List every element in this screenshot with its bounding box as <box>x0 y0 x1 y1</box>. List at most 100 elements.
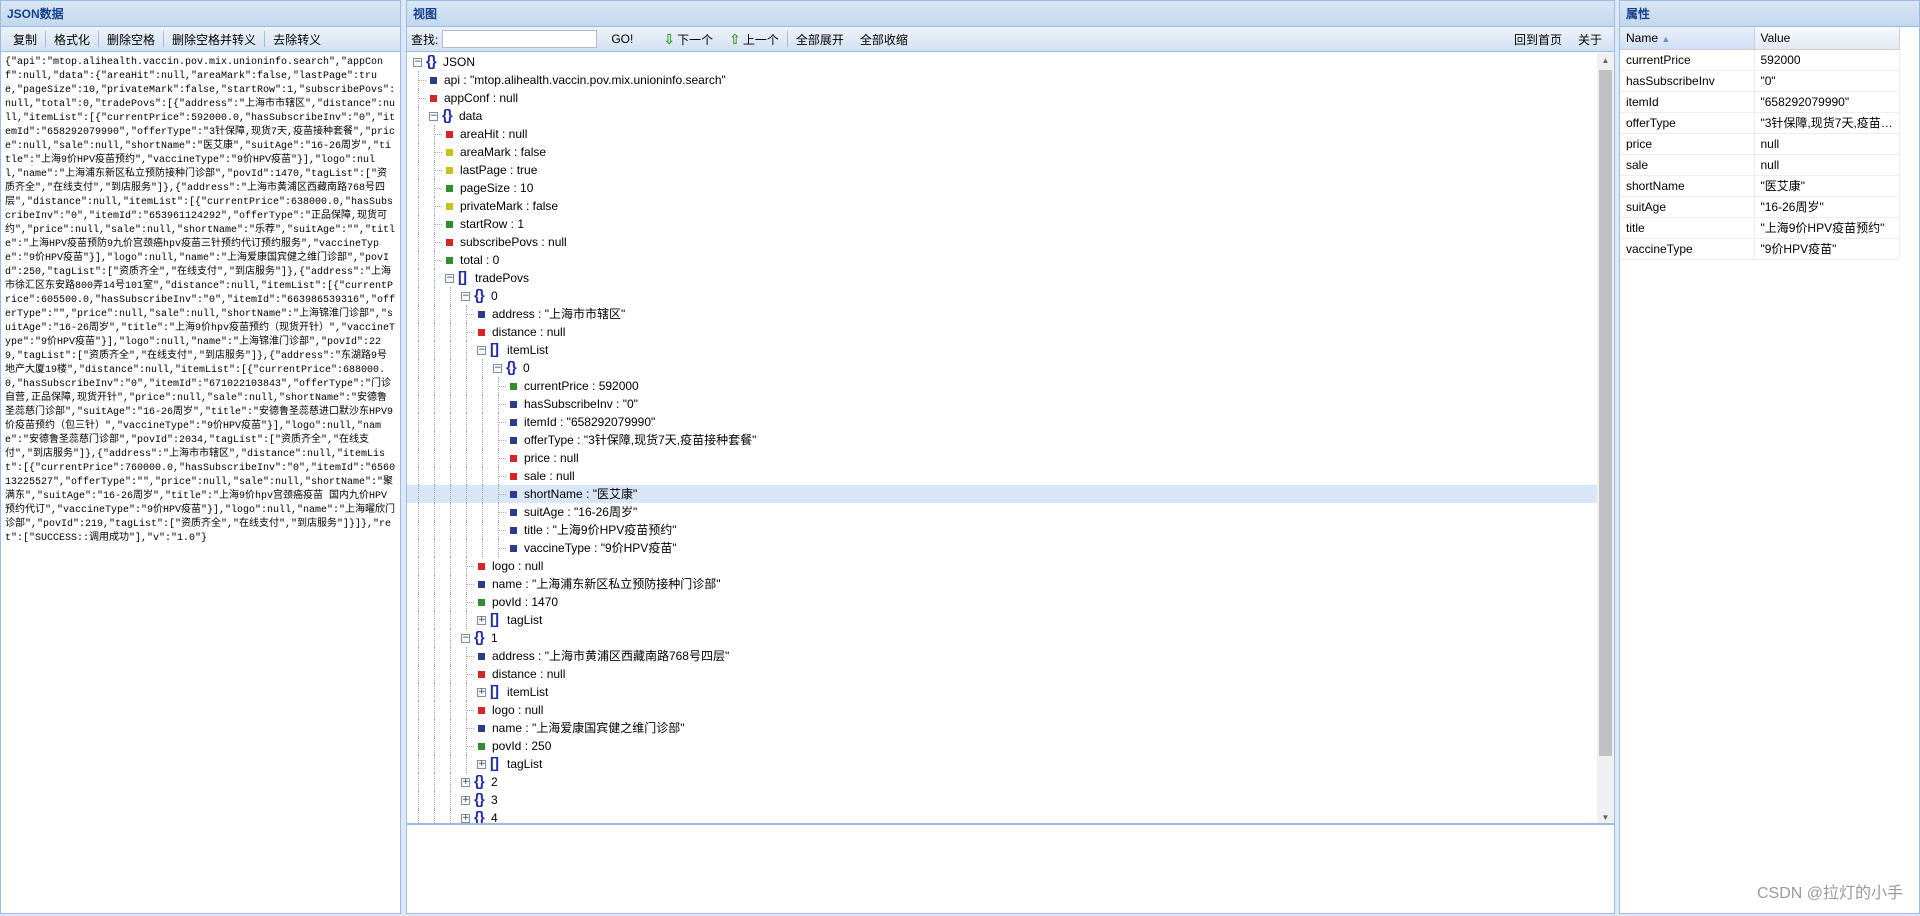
tree-node[interactable]: vaccineType : "9价HPV疫苗" <box>407 539 1614 557</box>
tree-guide-line <box>482 521 483 539</box>
collapse-toggle-icon[interactable]: − <box>413 58 422 67</box>
tree-guide-line <box>434 359 435 377</box>
tree-node[interactable]: −{} 1 <box>407 629 1614 647</box>
tree-node[interactable]: api : "mtop.alihealth.vaccin.pov.mix.uni… <box>407 71 1614 89</box>
tree-node[interactable]: hasSubscribeInv : "0" <box>407 395 1614 413</box>
collapse-toggle-icon[interactable]: − <box>445 274 454 283</box>
format-button[interactable]: 格式化 <box>46 31 98 48</box>
remove-spaces-escape-button[interactable]: 删除空格并转义 <box>164 31 264 48</box>
property-row[interactable]: sale null <box>1620 154 1900 176</box>
property-row[interactable]: title "上海9价HPV疫苗预约" <box>1620 217 1900 239</box>
tree-guide-line <box>450 557 451 575</box>
tree-node[interactable]: + {} 2 <box>407 773 1614 791</box>
expand-toggle-icon[interactable]: + <box>477 688 486 697</box>
prev-button[interactable]: ⇧ 上一个 <box>721 31 787 48</box>
expand-toggle-icon[interactable]: + <box>477 760 486 769</box>
object-icon: {} <box>442 107 453 124</box>
property-row[interactable]: suitAge "16-26周岁" <box>1620 196 1900 218</box>
tree-node[interactable]: + [] tagList <box>407 755 1614 773</box>
tree-guide-line <box>466 395 467 413</box>
scrollbar-thumb[interactable] <box>1599 70 1612 756</box>
collapse-toggle-icon[interactable]: − <box>461 292 470 301</box>
tree-node[interactable]: subscribePovs : null <box>407 233 1614 251</box>
value-column-header[interactable]: Value <box>1754 27 1900 50</box>
property-row[interactable]: itemId "658292079990" <box>1620 91 1900 113</box>
expand-toggle-icon[interactable]: + <box>461 796 470 805</box>
expand-toggle-icon[interactable]: + <box>461 778 470 787</box>
tree-node[interactable]: startRow : 1 <box>407 215 1614 233</box>
tree-node[interactable]: address : "上海市市辖区" <box>407 305 1614 323</box>
expand-toggle-icon[interactable]: + <box>461 814 470 823</box>
property-row[interactable]: offerType"3针保障,现货7天,疫苗接种套餐" <box>1620 112 1900 134</box>
tree-node[interactable]: name : "上海爱康国宾健之维门诊部" <box>407 719 1614 737</box>
expand-toggle-icon[interactable]: + <box>477 616 486 625</box>
tree-node[interactable]: distance : null <box>407 665 1614 683</box>
tree-node[interactable]: lastPage : true <box>407 161 1614 179</box>
property-row[interactable]: vaccineType "9价HPV疫苗" <box>1620 238 1900 260</box>
tree-node[interactable]: distance : null <box>407 323 1614 341</box>
tree-node[interactable]: title : "上海9价HPV疫苗预约" <box>407 521 1614 539</box>
tree-node[interactable]: areaMark : false <box>407 143 1614 161</box>
tree-node[interactable]: appConf : null <box>407 89 1614 107</box>
tree-node[interactable]: + [] itemList <box>407 683 1614 701</box>
tree-guide-line <box>434 539 435 557</box>
about-button[interactable]: 关于 <box>1570 31 1610 48</box>
scroll-down-icon[interactable]: ▼ <box>1597 813 1614 822</box>
tree-node[interactable]: −[] itemList <box>407 341 1614 359</box>
tree-node[interactable]: currentPrice : 592000 <box>407 377 1614 395</box>
tree-guide-line <box>418 179 419 197</box>
property-value: "16-26周岁" <box>1754 196 1900 218</box>
tree-node[interactable]: −{} data <box>407 107 1614 125</box>
home-button[interactable]: 回到首页 <box>1506 31 1570 48</box>
tree-node[interactable]: areaHit : null <box>407 125 1614 143</box>
tree-guide-line <box>450 341 451 359</box>
copy-button[interactable]: 复制 <box>5 31 45 48</box>
tree-node[interactable]: name : "上海浦东新区私立预防接种门诊部" <box>407 575 1614 593</box>
property-row[interactable]: hasSubscribeInv "0" <box>1620 70 1900 92</box>
scroll-up-icon[interactable]: ▲ <box>1597 56 1614 65</box>
tree-node[interactable]: logo : null <box>407 701 1614 719</box>
tree-node[interactable]: logo : null <box>407 557 1614 575</box>
unescape-button[interactable]: 去除转义 <box>265 31 329 48</box>
tree-node[interactable]: + {} 4 <box>407 809 1614 823</box>
property-row[interactable]: shortName "医艾康" <box>1620 175 1900 197</box>
next-button[interactable]: ⇩ 下一个 <box>655 31 721 48</box>
remove-spaces-button[interactable]: 删除空格 <box>99 31 163 48</box>
tree-node[interactable]: povId : 1470 <box>407 593 1614 611</box>
expand-all-button[interactable]: 全部展开 <box>788 31 852 48</box>
name-column-header[interactable]: Name ▲ <box>1620 27 1755 50</box>
tree-node[interactable]: offerType : "3针保障,现货7天,疫苗接种套餐" <box>407 431 1614 449</box>
panel-title: 属性 <box>1620 1 1919 27</box>
collapse-toggle-icon[interactable]: − <box>493 364 502 373</box>
tree-node[interactable]: itemId : "658292079990" <box>407 413 1614 431</box>
collapse-toggle-icon[interactable]: − <box>477 346 486 355</box>
collapse-all-button[interactable]: 全部收缩 <box>852 31 916 48</box>
tree-node[interactable]: povId : 250 <box>407 737 1614 755</box>
tree-node[interactable]: shortName : "医艾康" <box>407 485 1614 503</box>
tree-node[interactable]: + [] tagList <box>407 611 1614 629</box>
tree-node[interactable]: address : "上海市黄浦区西藏南路768号四层" <box>407 647 1614 665</box>
tree-node[interactable]: + {} 3 <box>407 791 1614 809</box>
tree-node[interactable]: total : 0 <box>407 251 1614 269</box>
tree-node[interactable]: −{} 0 <box>407 359 1614 377</box>
property-row[interactable]: price null <box>1620 133 1900 155</box>
tree-node[interactable]: −[] tradePovs <box>407 269 1614 287</box>
node-label: tagList <box>507 613 543 627</box>
tree-node[interactable]: suitAge : "16-26周岁" <box>407 503 1614 521</box>
tree-guide-line <box>466 485 467 503</box>
tree-node[interactable]: pageSize : 10 <box>407 179 1614 197</box>
collapse-toggle-icon[interactable]: − <box>429 112 438 121</box>
tree-guide-line <box>434 341 435 359</box>
property-row[interactable]: currentPrice 592000 <box>1620 49 1900 71</box>
json-text-area[interactable]: {"api":"mtop.alihealth.vaccin.pov.mix.un… <box>1 53 400 913</box>
go-button[interactable]: GO! <box>603 32 641 46</box>
collapse-toggle-icon[interactable]: − <box>461 634 470 643</box>
tree-node[interactable]: price : null <box>407 449 1614 467</box>
tree-node[interactable]: −{} 0 <box>407 287 1614 305</box>
tree-node[interactable]: privateMark : false <box>407 197 1614 215</box>
tree-node[interactable]: −{} JSON <box>407 53 1614 71</box>
search-input[interactable] <box>442 30 598 48</box>
vertical-scrollbar[interactable]: ▲ ▼ <box>1597 53 1614 823</box>
tree-node[interactable]: sale : null <box>407 467 1614 485</box>
property-value: "9价HPV疫苗" <box>1754 238 1900 260</box>
